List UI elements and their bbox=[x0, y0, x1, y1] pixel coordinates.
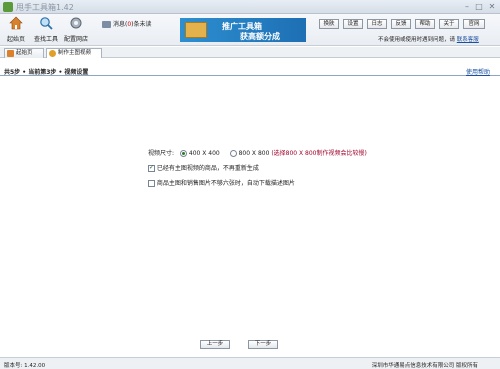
feedback-button[interactable]: 反馈 bbox=[391, 19, 411, 29]
banner-line2: 获高额分成 bbox=[240, 32, 280, 41]
video-size-label: 视频尺寸: bbox=[148, 150, 175, 157]
window-title: 甩手工具箱1.42 bbox=[16, 3, 74, 12]
log-button[interactable]: 日志 bbox=[367, 19, 387, 29]
prev-step-button[interactable]: 上一步 bbox=[200, 340, 230, 349]
tab-bar: 起始页 制作主图视频 bbox=[0, 47, 500, 58]
size-800-radio[interactable] bbox=[229, 150, 237, 157]
toolbox-icon bbox=[185, 22, 207, 38]
download-desc-row[interactable]: 商品主图和销售图片不够六张时，自动下载描述图片 bbox=[148, 178, 295, 187]
usage-help-link[interactable]: 使用帮助 bbox=[466, 67, 490, 76]
video-size-row: 视频尺寸: 400 X 400 800 X 800 (选择800 X 800制作… bbox=[148, 148, 367, 157]
maximize-button[interactable]: □ bbox=[474, 2, 484, 11]
toolbar-config-button[interactable]: 配置网店 bbox=[64, 16, 88, 43]
tab-home-label: 起始页 bbox=[16, 50, 33, 56]
mail-icon bbox=[102, 21, 111, 28]
settings-button[interactable]: 设置 bbox=[343, 19, 363, 29]
home-icon bbox=[7, 50, 14, 57]
gear-icon bbox=[70, 17, 82, 29]
support-hint: 不会使用或使用时遇到问题，请 联系客服 bbox=[378, 35, 479, 43]
size-400-radio[interactable] bbox=[179, 150, 187, 157]
skin-button[interactable]: 换肤 bbox=[319, 19, 339, 29]
title-bar: 甩手工具箱1.42 – □ ✕ bbox=[0, 0, 500, 14]
message-suffix: )条未读 bbox=[131, 21, 152, 28]
toolbar-search-label: 查找工具 bbox=[34, 36, 59, 43]
skip-existing-checkbox[interactable] bbox=[148, 164, 155, 172]
message-prefix: 消息( bbox=[113, 21, 128, 28]
minimize-button[interactable]: – bbox=[462, 2, 472, 11]
promo-banner[interactable]: 推广工具箱 获高额分成 bbox=[180, 18, 306, 42]
contact-support-link[interactable]: 联系客服 bbox=[457, 37, 479, 43]
tab-make-video[interactable]: 制作主图视频 bbox=[46, 48, 102, 58]
toolbar-home-button[interactable]: 起始页 bbox=[4, 16, 28, 43]
app-icon bbox=[3, 2, 13, 12]
search-icon bbox=[40, 17, 53, 30]
size-800-label[interactable]: 800 X 800 bbox=[239, 150, 270, 157]
tab-make-video-label: 制作主图视频 bbox=[58, 50, 92, 56]
home-icon bbox=[9, 16, 23, 30]
next-step-button[interactable]: 下一步 bbox=[248, 340, 278, 349]
skip-existing-label[interactable]: 已经有主图视频的商品，不再重新生成 bbox=[157, 165, 259, 172]
skip-existing-row[interactable]: 已经有主图视频的商品，不再重新生成 bbox=[148, 163, 259, 172]
step-header: 共5步 • 当前第3步 • 视频设置 使用帮助 bbox=[0, 64, 500, 76]
toolbar-config-label: 配置网店 bbox=[64, 36, 89, 43]
step-progress: 共5步 • 当前第3步 • 视频设置 bbox=[4, 69, 89, 76]
support-hint-text: 不会使用或使用时遇到问题，请 bbox=[378, 37, 456, 43]
size-note: (选择800 X 800制作视频会比较慢) bbox=[271, 150, 367, 157]
video-icon bbox=[49, 50, 56, 57]
message-status[interactable]: 消息(0)条未读 bbox=[102, 19, 152, 28]
copyright-text: 深圳市华通易点信息技术有限公司 版权所有 bbox=[371, 363, 478, 369]
version-text: 版本号: 1.42.00 bbox=[4, 363, 46, 369]
tab-home[interactable]: 起始页 bbox=[4, 48, 44, 58]
website-button[interactable]: 官网 bbox=[463, 19, 485, 29]
about-button[interactable]: 关于 bbox=[439, 19, 459, 29]
toolbar-search-button[interactable]: 查找工具 bbox=[34, 16, 58, 43]
size-400-label[interactable]: 400 X 400 bbox=[189, 150, 220, 157]
download-desc-label[interactable]: 商品主图和销售图片不够六张时，自动下载描述图片 bbox=[157, 180, 295, 187]
help-button[interactable]: 帮助 bbox=[415, 19, 435, 29]
status-bar: 版本号: 1.42.00 深圳市华通易点信息技术有限公司 版权所有 bbox=[0, 357, 500, 369]
close-button[interactable]: ✕ bbox=[487, 2, 497, 11]
toolbar-home-label: 起始页 bbox=[6, 36, 25, 43]
download-desc-checkbox[interactable] bbox=[148, 180, 155, 187]
